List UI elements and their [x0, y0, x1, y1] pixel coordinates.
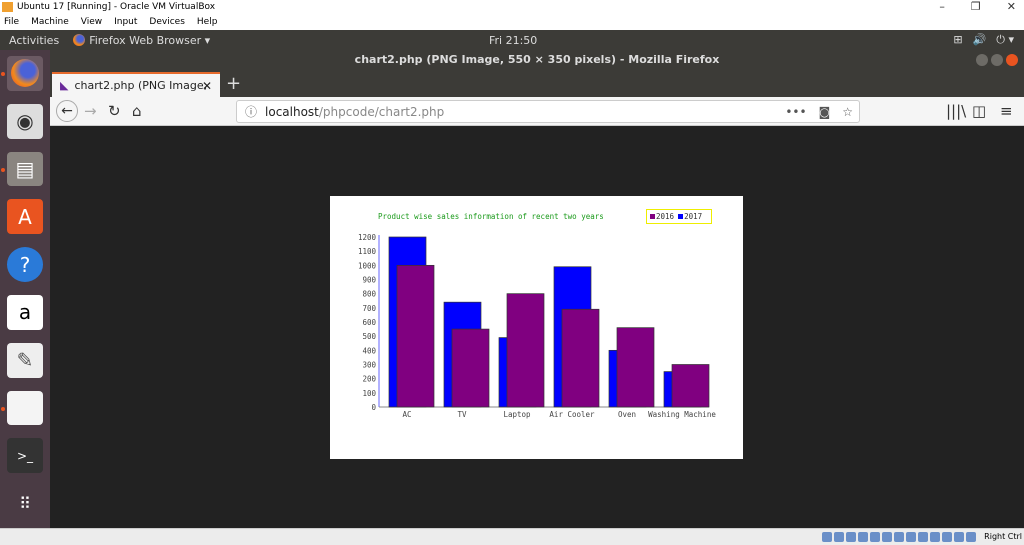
pocket-icon[interactable]: ◙ [819, 105, 831, 119]
app-menu-label: Firefox Web Browser ▾ [89, 33, 211, 47]
menu-help[interactable]: Help [197, 17, 218, 27]
y-tick-label: 300 [362, 361, 376, 370]
back-button[interactable]: ← [56, 100, 78, 122]
window-title: Ubuntu 17 [Running] - Oracle VM VirtualB… [17, 2, 216, 12]
system-tray[interactable]: ⊞ 🔊 ⏻ ▾ [953, 33, 1014, 47]
info-icon[interactable]: ⓘ [245, 103, 257, 120]
close-tab-icon[interactable]: ✕ [202, 79, 212, 93]
minimize-button[interactable] [976, 54, 988, 66]
y-tick-label: 700 [362, 304, 376, 313]
y-tick-label: 0 [371, 403, 376, 412]
restore-button[interactable]: ❐ [971, 0, 981, 13]
y-tick-label: 1000 [358, 261, 377, 270]
maximize-button[interactable] [991, 54, 1003, 66]
forward-button[interactable]: → [84, 102, 97, 120]
y-tick-label: 900 [362, 276, 376, 285]
home-button[interactable]: ⌂ [132, 102, 142, 120]
x-tick-label: TV [457, 410, 467, 419]
page-actions-icon[interactable]: ••• [785, 105, 806, 119]
help-icon[interactable]: ? [7, 247, 43, 282]
activities-button[interactable]: Activities [9, 34, 59, 47]
chart-image: Product wise sales information of recent… [330, 196, 743, 459]
volume-icon: 🔊 [972, 33, 987, 46]
bar-2016-4 [616, 327, 655, 408]
bar-2016-5 [671, 364, 710, 408]
text-editor-icon[interactable]: ✎ [7, 342, 43, 378]
y-tick-label: 100 [362, 389, 376, 398]
files-icon[interactable]: ▤ [1, 151, 43, 187]
menu-machine[interactable]: Machine [31, 17, 69, 27]
bar-2016-0 [396, 264, 435, 408]
y-tick-label: 200 [362, 375, 376, 384]
y-tick-label: 1200 [358, 233, 377, 242]
virtualbox-menu: File Machine View Input Devices Help [0, 14, 1024, 30]
bar-2016-1 [451, 328, 490, 408]
y-tick-label: 600 [362, 318, 376, 327]
menu-devices[interactable]: Devices [149, 17, 184, 27]
minimize-button[interactable]: – [939, 0, 945, 13]
show-apps-icon[interactable]: ⠿ [7, 486, 43, 521]
power-icon: ⏻ ▾ [996, 33, 1014, 46]
url-bar[interactable]: ⓘ localhost/phpcode/chart2.php ••• ◙ ☆ [236, 100, 860, 123]
y-tick-label: 1100 [358, 247, 377, 256]
y-tick-label: 500 [362, 332, 376, 341]
firefox-icon [73, 34, 86, 46]
launcher: ◉ ▤ A ? a ✎ >_ ⠿ [0, 50, 50, 528]
tab-chart2[interactable]: ◣ chart2.php (PNG Image, ✕ [52, 72, 220, 97]
x-tick-label: Laptop [503, 410, 531, 419]
rhythmbox-icon[interactable]: ◉ [7, 103, 43, 139]
menu-input[interactable]: Input [114, 17, 137, 27]
firefox-title-bar: chart2.php (PNG Image, 550 × 350 pixels)… [50, 50, 1024, 70]
software-center-icon[interactable]: A [7, 199, 43, 235]
firefox-icon[interactable] [1, 56, 43, 91]
bar-chart: 0 100 200 300 400 500 600 700 800 900 1000 1100 1200… [358, 233, 716, 419]
bar-2016-3 [561, 308, 600, 408]
virtualbox-status-bar: Right Ctrl [0, 528, 1024, 545]
menu-icon[interactable]: ≡ [1000, 102, 1013, 120]
nav-bar: ← → ↻ ⌂ ⓘ localhost/phpcode/chart2.php •… [50, 97, 1024, 126]
image-favicon-icon: ◣ [60, 79, 69, 92]
bookmark-star-icon[interactable]: ☆ [842, 105, 853, 119]
virtualbox-title-bar: Ubuntu 17 [Running] - Oracle VM VirtualB… [0, 0, 1024, 14]
url-host: localhost [265, 104, 319, 119]
menu-view[interactable]: View [81, 17, 102, 27]
reload-button[interactable]: ↻ [108, 102, 121, 120]
host-key: Right Ctrl [984, 532, 1022, 541]
y-tick-label: 400 [362, 346, 376, 355]
amazon-icon[interactable]: a [7, 294, 43, 330]
x-tick-label: Washing Machine [648, 410, 716, 419]
libreoffice-icon[interactable] [1, 390, 43, 426]
menu-file[interactable]: File [4, 17, 19, 27]
bar-2016-2 [506, 293, 545, 408]
close-button[interactable]: ✕ [1007, 0, 1016, 13]
tab-bar: ◣ chart2.php (PNG Image, ✕ + [50, 70, 1024, 97]
y-tick-label: 800 [362, 290, 376, 299]
clock[interactable]: Fri 21:50 [489, 34, 537, 47]
firefox-window-title: chart2.php (PNG Image, 550 × 350 pixels)… [354, 53, 720, 66]
terminal-icon[interactable]: >_ [7, 438, 43, 474]
x-tick-label: AC [402, 410, 411, 419]
app-menu[interactable]: Firefox Web Browser ▾ [73, 34, 210, 47]
tab-title: chart2.php (PNG Image, [74, 79, 208, 92]
ubuntu-top-bar: Activities Firefox Web Browser ▾ Fri 21:… [0, 30, 1024, 50]
close-button[interactable] [1006, 54, 1018, 66]
sidebar-icon[interactable]: ◫ [972, 102, 986, 120]
virtualbox-icon [2, 2, 13, 12]
x-tick-label: Oven [618, 410, 636, 419]
library-icon[interactable]: |||\ [946, 102, 966, 120]
new-tab-button[interactable]: + [226, 73, 241, 94]
x-tick-label: Air Cooler [549, 410, 595, 419]
page-content: Product wise sales information of recent… [50, 126, 1024, 528]
url-path: /phpcode/chart2.php [318, 104, 445, 119]
network-icon: ⊞ [953, 33, 963, 46]
